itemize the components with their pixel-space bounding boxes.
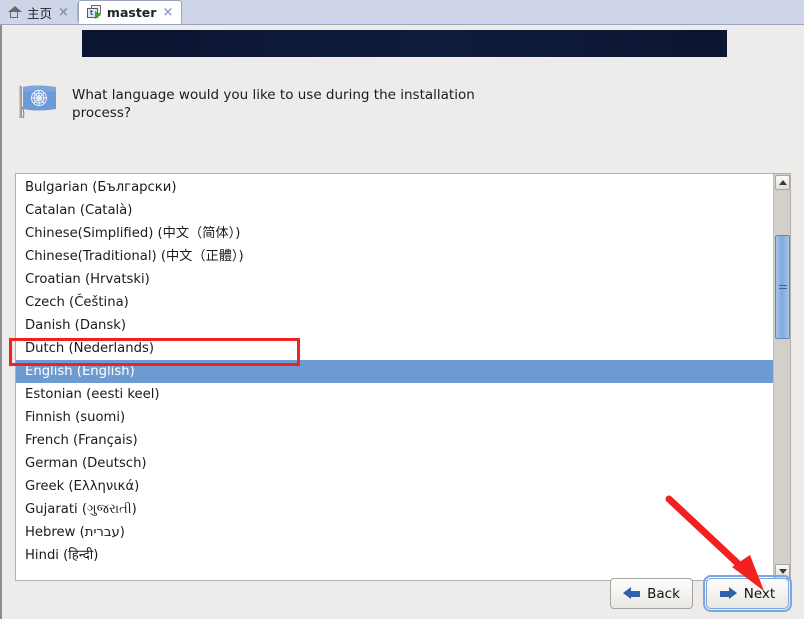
list-item[interactable]: Chinese(Traditional) (中文（正體）): [16, 245, 773, 268]
chevron-up-icon: [778, 180, 787, 185]
list-item[interactable]: Hindi (हिन्दी): [16, 544, 773, 567]
scrollbar-up-button[interactable]: [775, 175, 790, 190]
virtual-machine-icon: t: [86, 5, 102, 19]
list-scrollbar[interactable]: [773, 174, 790, 580]
tab-master[interactable]: t master ×: [77, 0, 183, 24]
tab-master-close-icon[interactable]: ×: [161, 6, 174, 19]
installer-banner: [82, 30, 727, 57]
language-list[interactable]: Bulgarian (Български) Catalan (Català) C…: [15, 173, 791, 581]
grip-line: [778, 288, 787, 289]
grip-line: [778, 285, 787, 286]
back-button-label: Back: [647, 585, 680, 602]
button-row: Back Next: [610, 575, 792, 612]
list-item-selected[interactable]: English (English): [16, 360, 773, 383]
list-item[interactable]: German (Deutsch): [16, 452, 773, 475]
tab-bar: 主页 × t master ×: [0, 0, 804, 25]
list-item[interactable]: Bulgarian (Български): [16, 176, 773, 199]
list-item[interactable]: Dutch (Nederlands): [16, 337, 773, 360]
list-item[interactable]: Gujarati (ગુજરાતી): [16, 498, 773, 521]
arrow-left-icon: [623, 587, 641, 600]
scrollbar-down-button[interactable]: [775, 564, 790, 579]
list-item[interactable]: Croatian (Hrvatski): [16, 268, 773, 291]
installer-frame: What language would you like to use duri…: [0, 25, 804, 619]
language-list-items[interactable]: Bulgarian (Български) Catalan (Català) C…: [16, 174, 773, 580]
tab-home-label: 主页: [27, 5, 53, 21]
tab-master-label: master: [106, 4, 157, 20]
back-button[interactable]: Back: [610, 578, 693, 609]
question-block: What language would you like to use duri…: [16, 82, 536, 122]
next-button[interactable]: Next: [703, 575, 792, 612]
arrow-right-icon: [719, 587, 737, 600]
list-item[interactable]: Finnish (suomi): [16, 406, 773, 429]
list-item[interactable]: Czech (Čeština): [16, 291, 773, 314]
list-item[interactable]: Estonian (eesti keel): [16, 383, 773, 406]
list-item[interactable]: Greek (Ελληνικά): [16, 475, 773, 498]
next-button-label: Next: [743, 585, 776, 602]
list-item[interactable]: Hebrew (עברית): [16, 521, 773, 544]
list-item[interactable]: Chinese(Simplified) (中文（简体）): [16, 222, 773, 245]
home-icon: [8, 5, 22, 19]
tab-home[interactable]: 主页 ×: [0, 0, 77, 24]
tab-home-close-icon[interactable]: ×: [57, 6, 70, 19]
question-text: What language would you like to use duri…: [72, 87, 475, 121]
scrollbar-thumb[interactable]: [775, 235, 790, 339]
un-flag-icon: [16, 82, 60, 122]
list-item[interactable]: Danish (Dansk): [16, 314, 773, 337]
list-item[interactable]: French (Français): [16, 429, 773, 452]
chevron-down-icon: [778, 569, 787, 574]
list-item[interactable]: Catalan (Català): [16, 199, 773, 222]
